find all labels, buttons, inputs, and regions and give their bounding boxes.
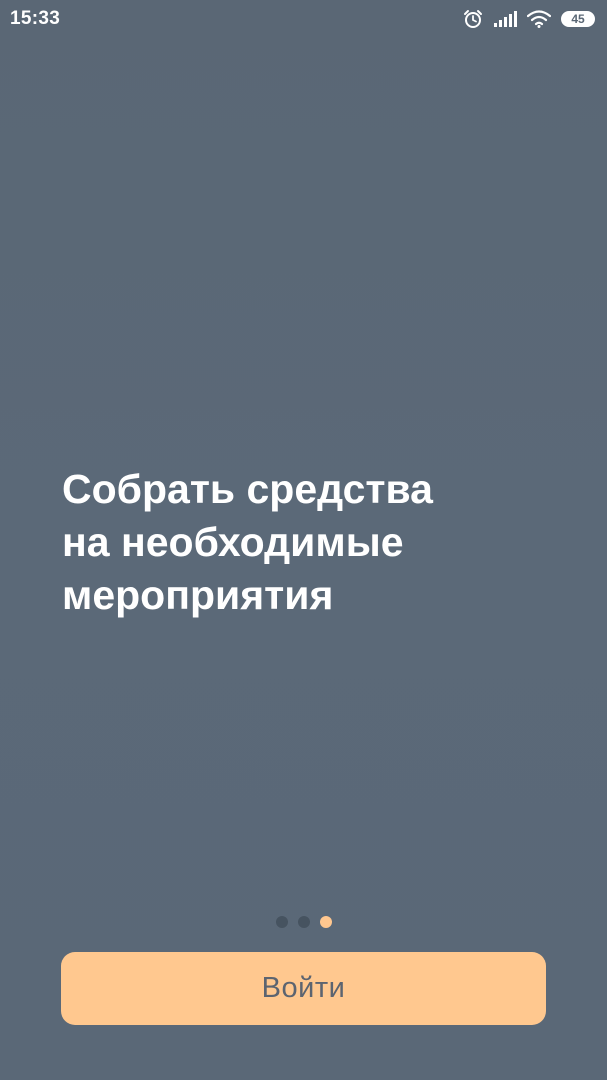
headline-line-3: мероприятия — [62, 572, 334, 618]
page-dot-1[interactable] — [276, 916, 288, 928]
onboarding-screen: 15:33 45 Собрать средства на необходимые… — [0, 0, 607, 1080]
onboarding-headline: Собрать средства на необходимые мероприя… — [62, 463, 562, 622]
status-icons: 45 — [463, 8, 595, 30]
wifi-icon — [527, 10, 551, 28]
status-bar: 15:33 45 — [0, 0, 607, 38]
battery-level: 45 — [571, 12, 585, 26]
signal-icon — [493, 10, 517, 28]
login-button[interactable]: Войти — [61, 952, 546, 1025]
page-dot-2[interactable] — [298, 916, 310, 928]
headline-line-1: Собрать средства — [62, 466, 433, 512]
battery-icon: 45 — [561, 11, 595, 27]
headline-line-2: на необходимые — [62, 519, 404, 565]
alarm-icon — [463, 9, 483, 29]
status-time: 15:33 — [10, 8, 61, 29]
page-dot-3-active[interactable] — [320, 916, 332, 928]
page-indicator — [276, 916, 332, 928]
